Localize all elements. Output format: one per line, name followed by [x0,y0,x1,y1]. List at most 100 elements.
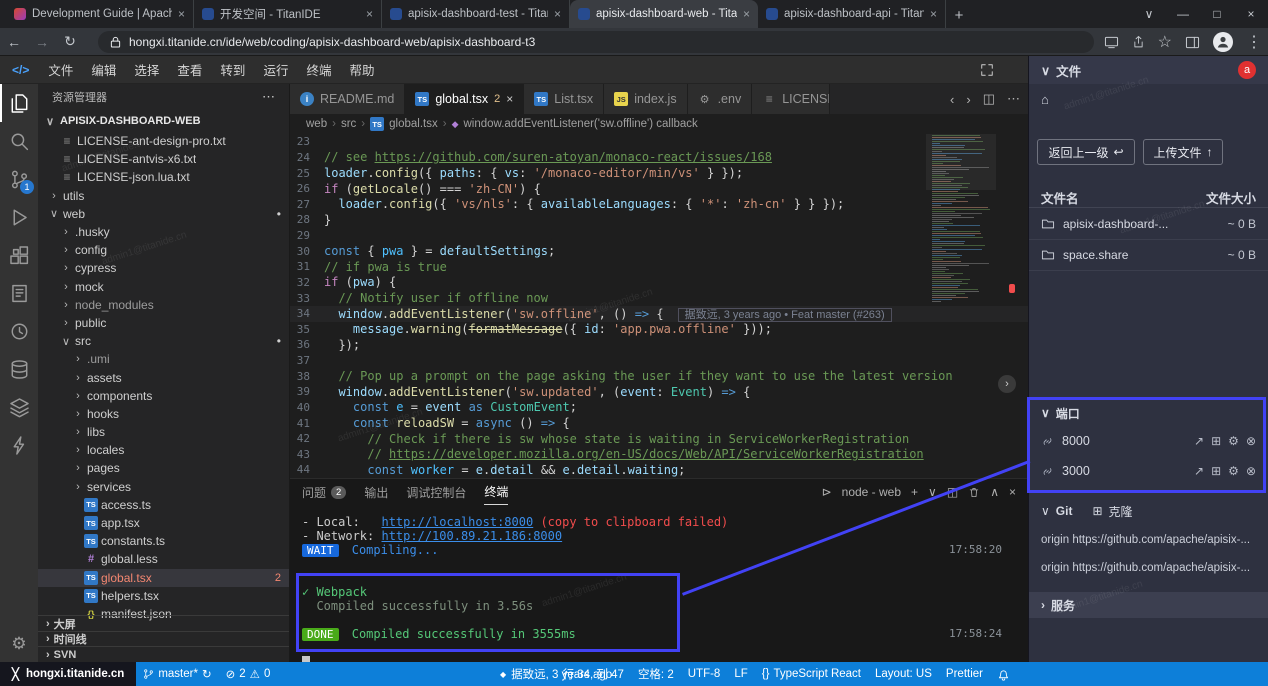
upload-button[interactable]: 上传文件 ↑ [1143,139,1223,165]
file-row-space.share[interactable]: space.share~ 0 B [1029,240,1268,271]
menu-item-编辑[interactable]: 编辑 [82,64,125,78]
go-up-button[interactable]: 返回上一级 ↩ [1037,139,1135,165]
code-line[interactable]: 24// see https://github.com/suren-atoyan… [290,150,1028,166]
tree-item[interactable]: ›cypress [38,259,289,277]
activity-source-control[interactable]: 1 [0,160,38,198]
expand-right-panel-button[interactable]: › [998,375,1016,393]
terminal-output[interactable]: - Local: http://localhost:8000 (copy to … [290,505,1028,669]
tree-item[interactable]: ›assets [38,368,289,386]
reload-icon[interactable]: ↻ [56,33,84,50]
browser-tab[interactable]: 开发空间 - TitanIDE× [194,0,382,28]
tree-item[interactable]: ›libs [38,423,289,441]
editor-tab-README.md[interactable]: iREADME.md [290,84,405,114]
browser-menu-icon[interactable]: ⋮ [1246,32,1262,52]
tree-item[interactable]: TSconstants.ts [38,532,289,550]
sidebar-section-大屏[interactable]: ›大屏 [38,615,289,631]
terminal-dropdown-icon[interactable]: ∨ [928,485,937,499]
tree-item[interactable]: TSaccess.ts [38,496,289,514]
tab-close-icon[interactable]: × [743,7,750,21]
open-preview-icon[interactable]: ⊞ [1211,464,1221,478]
code-line[interactable]: 34 window.addEventListener('sw.offline',… [290,306,1028,322]
code-line[interactable]: 37 [290,353,1028,369]
tree-item[interactable]: ›locales [38,441,289,459]
maximize-panel-icon[interactable]: ∧ [990,485,999,499]
code-line[interactable]: 29 [290,228,1028,244]
code-line[interactable]: 42 // Check if there is sw whose state i… [290,431,1028,447]
panel-tab-终端[interactable]: 终端 [484,479,508,505]
code-line[interactable]: 41 const reloadSW = async () => { [290,415,1028,431]
open-preview-icon[interactable]: ⊞ [1211,434,1221,448]
indent-setting[interactable]: 空格: 2 [638,662,674,686]
tree-item[interactable]: ›hooks [38,405,289,423]
tree-item[interactable]: ›pages [38,459,289,477]
code-line[interactable]: 23 [290,134,1028,150]
code-line[interactable]: 39 window.addEventListener('sw.updated',… [290,384,1028,400]
menu-item-选择[interactable]: 选择 [125,64,168,78]
open-in-browser-icon[interactable]: ↗ [1194,434,1204,448]
minimap-viewport[interactable] [926,134,996,190]
encoding[interactable]: UTF-8 [688,662,721,686]
problems-indicator[interactable]: ⊘ 2 ⚠ 0 [219,662,278,686]
activity-history[interactable] [0,312,38,350]
clone-icon[interactable]: ⊞ [1092,504,1102,518]
menu-item-终端[interactable]: 终端 [297,64,340,78]
browser-tab[interactable]: apisix-dashboard-test - TitanI× [382,0,570,28]
port-row-3000[interactable]: 3000↗⊞⚙⊗ [1029,456,1268,486]
git-remote-item[interactable]: origin https://github.com/apache/apisix-… [1029,554,1268,582]
code-line[interactable]: 27 loader.config({ 'vs/nls': { available… [290,197,1028,213]
eol-setting[interactable]: LF [734,662,747,686]
branch-indicator[interactable]: master* ↻ [136,662,218,686]
activity-run-debug[interactable] [0,198,38,236]
code-line[interactable]: 25loader.config({ paths: { vs: '/monaco-… [290,165,1028,181]
tab-close-icon[interactable]: × [366,7,373,21]
notifications-bell-icon[interactable] [997,668,1010,681]
tree-item[interactable]: TSapp.tsx [38,514,289,532]
nav-forward-icon[interactable]: › [966,92,970,107]
tree-item[interactable]: ›services [38,478,289,496]
port-settings-icon[interactable]: ⚙ [1228,464,1239,478]
git-section-header[interactable]: ∨ Git ⊞ 克隆 [1029,500,1268,522]
code-line[interactable]: 40 const e = event as CustomEvent; [290,400,1028,416]
breadcrumb-symbol[interactable]: window.addEventListener('sw.offline') ca… [464,118,698,130]
activity-report[interactable] [0,274,38,312]
tree-item[interactable]: ∨web• [38,205,289,223]
forward-icon[interactable]: → [28,34,56,50]
close-port-icon[interactable]: ⊗ [1246,464,1256,478]
cast-icon[interactable] [1104,36,1119,49]
keyboard-layout[interactable]: Layout: US [875,662,932,686]
address-bar[interactable]: hongxi.titanide.cn/ide/web/coding/apisix… [98,31,1094,53]
panel-tab-问题[interactable]: 问题2 [302,479,346,505]
avatar[interactable] [1213,32,1233,52]
breadcrumb-web[interactable]: web [306,118,327,130]
menu-item-文件[interactable]: 文件 [39,64,82,78]
tree-item[interactable]: ›config [38,241,289,259]
code-line[interactable]: 38 // Pop up a prompt on the page asking… [290,368,1028,384]
tree-item[interactable]: ›mock [38,278,289,296]
tree-item[interactable]: ›components [38,387,289,405]
code-line[interactable]: 43 // https://developer.mozilla.org/en-U… [290,447,1028,463]
clone-label[interactable]: 克隆 [1109,503,1133,520]
bookmark-star-icon[interactable]: ☆ [1158,32,1172,52]
nav-back-icon[interactable]: ‹ [950,92,954,107]
close-window-icon[interactable]: × [1234,7,1268,21]
editor-tab-index.js[interactable]: JSindex.js [604,84,687,114]
tree-item[interactable]: TSglobal.tsx2 [38,569,289,587]
tree-item[interactable]: ›.husky [38,223,289,241]
activity-layers[interactable] [0,388,38,426]
activity-search[interactable] [0,122,38,160]
remote-indicator[interactable]: ╳ hongxi.titanide.cn [0,662,136,686]
menu-item-运行[interactable]: 运行 [254,64,297,78]
menu-item-转到[interactable]: 转到 [211,64,254,78]
close-panel-icon[interactable]: × [1009,485,1016,499]
activity-extensions[interactable] [0,236,38,274]
explorer-more-icon[interactable]: ⋯ [262,89,275,105]
editor-tab-global.tsx[interactable]: TSglobal.tsx2× [405,84,524,114]
code-line[interactable]: 36 }); [290,337,1028,353]
cursor-position[interactable]: 行 34, 列 47 [563,662,624,686]
tree-item[interactable]: ≡LICENSE-json.lua.txt [38,168,289,186]
shell-name[interactable]: node - web [842,485,901,499]
breadcrumb-src[interactable]: src [341,118,356,130]
file-row-apisix-dashboard-...[interactable]: apisix-dashboard-...~ 0 B [1029,209,1268,240]
tree-item[interactable]: ›public [38,314,289,332]
editor-tab-.env[interactable]: ⚙.env [688,84,753,114]
